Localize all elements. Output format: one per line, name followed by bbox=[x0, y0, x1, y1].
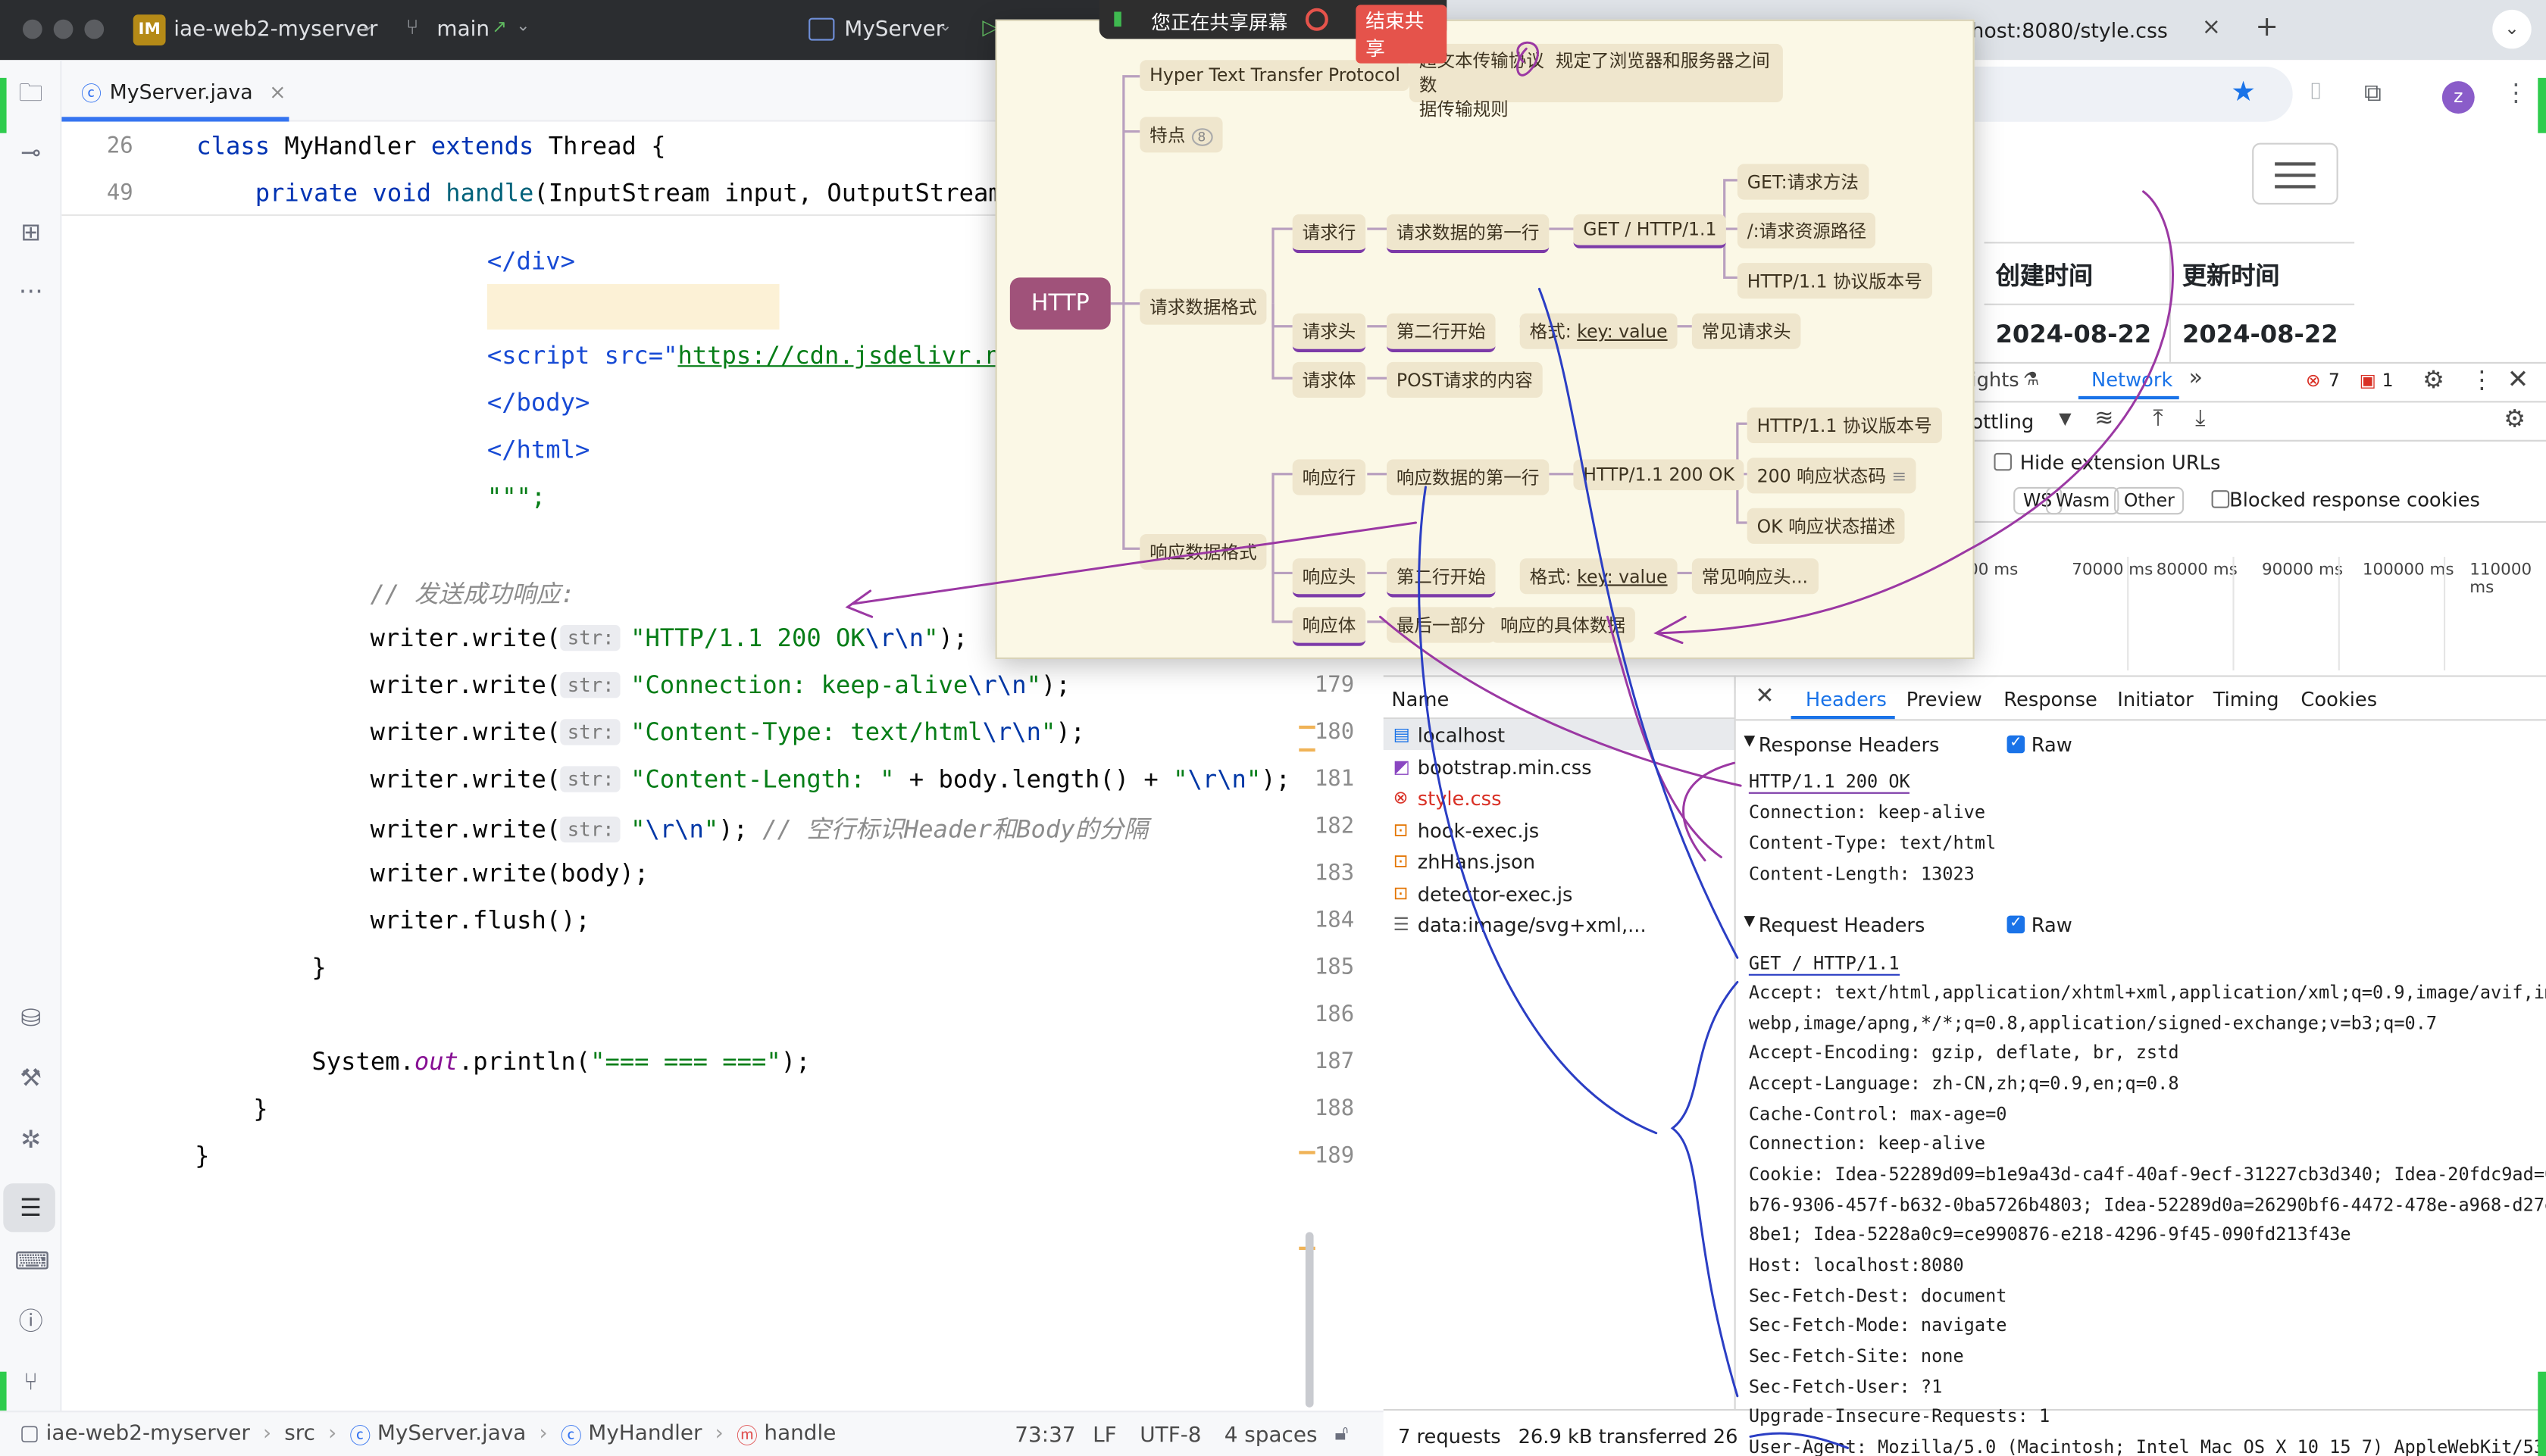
annotation-strokes bbox=[845, 41, 2174, 1449]
